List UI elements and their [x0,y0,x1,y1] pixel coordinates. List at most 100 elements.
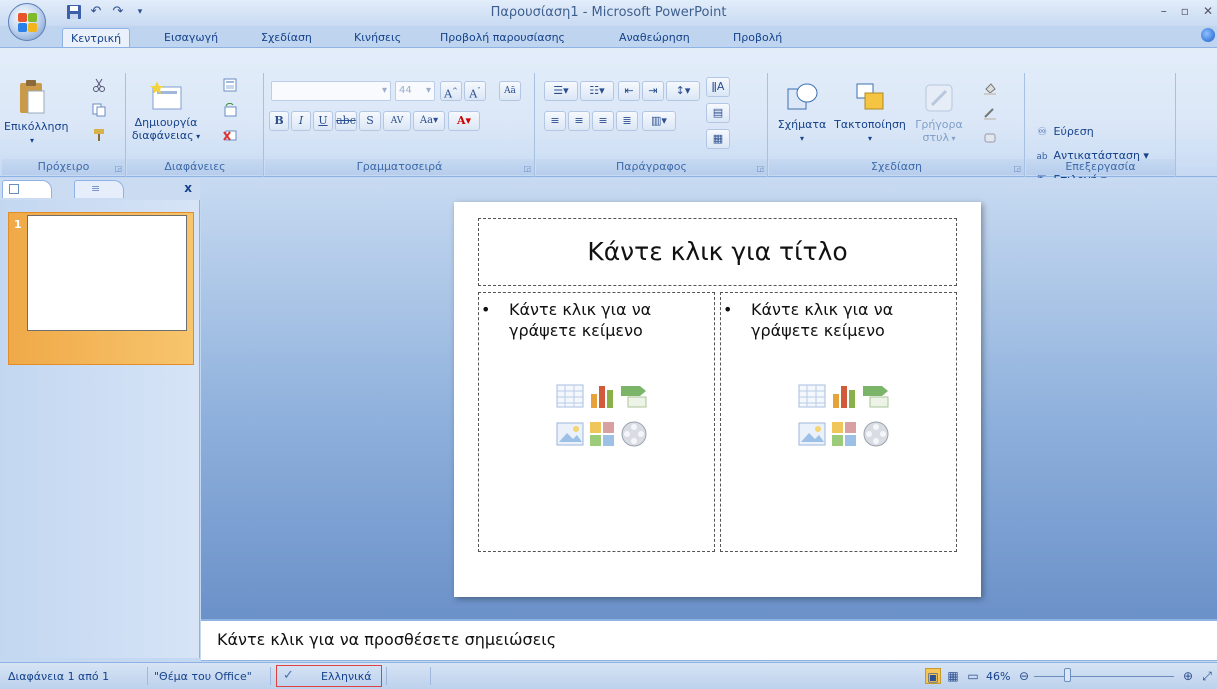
paste-icon [17,79,47,117]
insert-media-icon[interactable] [862,420,890,448]
zoom-slider[interactable] [1034,676,1174,677]
tab-slides-view[interactable] [2,180,52,198]
bold-button[interactable]: B [269,111,289,131]
character-spacing-button[interactable]: AV [383,111,411,131]
font-color-button[interactable]: A▾ [448,111,480,131]
change-case-button[interactable]: Aa▾ [413,111,445,131]
notes-placeholder: Κάντε κλικ για να προσθέσετε σημειώσεις [217,630,557,649]
clear-formatting-button[interactable]: Aā [499,81,521,101]
find-button[interactable]: ♾ Εύρεση [1034,125,1094,138]
insert-clip-art-icon[interactable] [588,420,616,448]
zoom-out-icon[interactable]: ⊖ [1016,668,1032,684]
insert-clip-art-icon[interactable] [830,420,858,448]
shape-outline-icon[interactable] [983,106,997,120]
font-size-combo[interactable]: 44 ▾ [395,81,435,101]
normal-view-button[interactable]: ▣ [925,668,941,684]
insert-picture-icon[interactable] [556,420,584,448]
align-text-button[interactable]: ▤ [706,103,730,123]
insert-smartart-icon[interactable] [862,382,890,410]
bullets-button[interactable]: ☰▾ [544,81,578,101]
grow-font-button[interactable]: A^ [440,81,462,101]
insert-table-icon[interactable] [798,382,826,410]
title-bar: ↶ ↷ ▾ Παρουσίαση1 - Microsoft PowerPoint… [0,0,1217,26]
italic-button[interactable]: I [291,111,311,131]
language-indicator[interactable]: ✓ Ελληνικά [276,665,382,687]
status-bar: Διαφάνεια 1 από 1 "Θέμα του Office" ✓ Ελ… [0,662,1217,689]
tab-insert[interactable]: Εισαγωγή [156,28,226,48]
new-slide-button[interactable]: Δημιουργία διαφάνειας ▾ [131,79,201,143]
tab-animations[interactable]: Κινήσεις [346,28,409,48]
tab-review[interactable]: Αναθεώρηση [611,28,698,48]
slides-group-label: Διαφάνειες [127,159,263,175]
justify-button[interactable]: ≣ [616,111,638,131]
insert-table-icon[interactable] [556,382,584,410]
ribbon: Επικόλληση ▾ Πρόχειρο ◲ Δημιουργία διαφάν… [0,47,1217,186]
layout-icon[interactable] [223,78,237,92]
drawing-dialog-launcher-icon[interactable]: ◲ [1013,164,1021,173]
slide-thumbnail[interactable] [27,215,187,331]
shape-effects-icon[interactable] [983,131,997,145]
insert-chart-icon[interactable] [588,382,616,410]
reset-slide-icon[interactable] [223,102,237,117]
title-placeholder[interactable]: Κάντε κλικ για τίτλο [478,218,957,286]
shrink-font-button[interactable]: Aˇ [464,81,486,101]
zoom-in-icon[interactable]: ⊕ [1180,668,1196,684]
insert-chart-icon[interactable] [830,382,858,410]
shapes-icon [785,81,819,115]
dialog-launcher-icon[interactable]: ◲ [114,164,122,173]
align-center-button[interactable]: ≡ [568,111,590,131]
columns-button[interactable]: ▥▾ [642,111,676,131]
quick-styles-button[interactable]: Γρήγορα στυλ ▾ [909,81,969,145]
status-separator [147,667,148,685]
help-icon[interactable] [1201,28,1215,42]
slide-sorter-view-button[interactable]: ▦ [945,668,961,684]
tab-design[interactable]: Σχεδίαση [253,28,320,48]
zoom-level[interactable]: 46% [986,670,1010,683]
align-left-button[interactable]: ≡ [544,111,566,131]
status-separator [386,667,387,685]
restore-icon[interactable]: ▫ [1181,4,1189,18]
decrease-indent-button[interactable]: ⇤ [618,81,640,101]
shape-fill-icon[interactable] [983,81,997,95]
shapes-label: Σχήματα [777,118,827,131]
increase-indent-button[interactable]: ⇥ [642,81,664,101]
close-pane-icon[interactable]: x [184,181,192,195]
notes-pane[interactable]: Κάντε κλικ για να προσθέσετε σημειώσεις [201,619,1217,661]
content-placeholder-right[interactable]: Κάντε κλικ για να γράψετε κείμενο [720,292,957,552]
slide-show-view-button[interactable]: ▭ [965,668,981,684]
smartart-button[interactable]: ▦ [706,129,730,149]
numbering-button[interactable]: ☷▾ [580,81,614,101]
format-painter-icon[interactable] [92,128,106,142]
tab-view[interactable]: Προβολή [725,28,790,48]
font-dialog-launcher-icon[interactable]: ◲ [523,164,531,173]
copy-icon[interactable] [92,103,106,117]
tab-outline-view[interactable]: ≡ [74,180,124,198]
tab-home[interactable]: Κεντρική [62,28,131,48]
slide-count: Διαφάνεια 1 από 1 [8,670,110,683]
delete-slide-icon[interactable] [223,128,237,142]
insert-picture-icon[interactable] [798,420,826,448]
office-button[interactable] [8,3,46,41]
slide[interactable]: Κάντε κλικ για τίτλο Κάντε κλικ για να γ… [454,202,981,597]
replace-button[interactable]: ab Αντικατάσταση ▾ [1034,149,1149,162]
fit-to-window-icon[interactable]: ⤢ [1199,668,1215,684]
insert-media-icon[interactable] [620,420,648,448]
tab-slide-show[interactable]: Προβολή παρουσίασης [432,28,573,48]
underline-button[interactable]: U [313,111,333,131]
line-spacing-button[interactable]: ↕▾ [666,81,700,101]
shapes-button[interactable]: Σχήματα ▾ [771,81,833,145]
text-direction-button[interactable]: ǁA [706,77,730,97]
close-icon[interactable]: ✕ [1203,4,1213,18]
strikethrough-button[interactable]: abc [335,111,357,131]
insert-smartart-icon[interactable] [620,382,648,410]
shadow-button[interactable]: S [359,111,381,131]
content-placeholder-left[interactable]: Κάντε κλικ για να γράψετε κείμενο [478,292,715,552]
font-name-combo[interactable]: ▾ [271,81,391,101]
paragraph-dialog-launcher-icon[interactable]: ◲ [756,164,764,173]
paste-button[interactable]: Επικόλληση ▾ [4,79,68,147]
cut-icon[interactable] [92,78,106,92]
zoom-slider-thumb[interactable] [1064,668,1071,682]
arrange-button[interactable]: Τακτοποίηση ▾ [831,81,909,145]
align-right-button[interactable]: ≡ [592,111,614,131]
minimize-icon[interactable]: – [1161,4,1167,18]
